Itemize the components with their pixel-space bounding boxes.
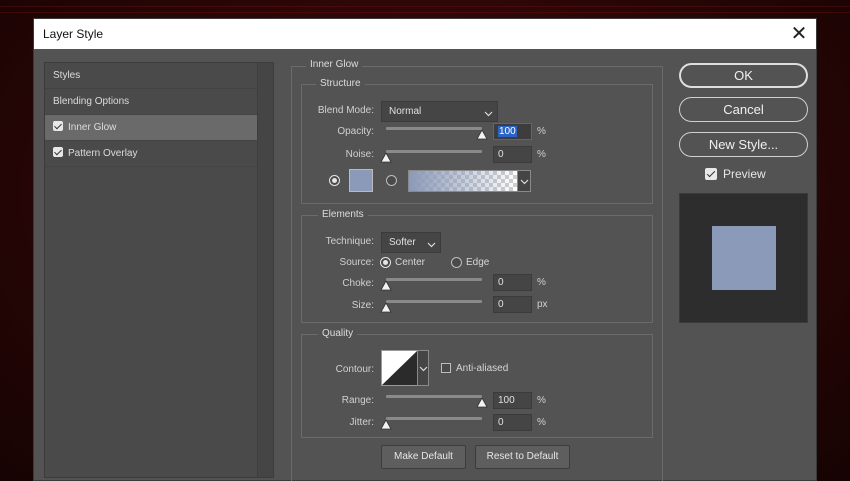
list-item-label: Pattern Overlay [68, 148, 138, 159]
range-label: Range: [341, 395, 374, 406]
size-label: Size: [351, 300, 374, 311]
anti-aliased-checkbox[interactable] [441, 363, 451, 373]
list-item-label: Inner Glow [68, 122, 117, 133]
choke-value: 0 [498, 277, 504, 288]
list-item-styles[interactable]: Styles [45, 63, 257, 89]
chevron-down-icon [419, 364, 428, 376]
choke-slider-track[interactable] [386, 278, 482, 281]
size-unit: px [537, 299, 548, 310]
reset-to-default-button[interactable]: Reset to Default [475, 445, 570, 469]
structure-legend: Structure [316, 78, 365, 89]
elements-legend: Elements [318, 209, 368, 220]
noise-unit: % [537, 149, 546, 160]
range-value: 100 [498, 395, 515, 406]
blend-mode-dropdown[interactable]: Normal [381, 101, 498, 122]
make-default-button[interactable]: Make Default [381, 445, 466, 469]
source-edge-radio[interactable] [451, 257, 462, 268]
contour-dropdown[interactable] [417, 350, 429, 386]
ok-button[interactable]: OK [679, 63, 808, 88]
list-item-label: Blending Options [53, 96, 130, 107]
list-item-label: Styles [53, 70, 81, 81]
list-item-inner-glow[interactable]: Inner Glow [45, 115, 257, 141]
size-value: 0 [498, 299, 504, 310]
close-icon: ✕ [790, 21, 808, 45]
noise-slider-track[interactable] [386, 150, 482, 153]
styles-list-panel: Styles Blending Options Inner Glow Patte… [44, 62, 274, 478]
chevron-down-icon [427, 237, 436, 256]
jitter-slider-track[interactable] [386, 417, 482, 420]
size-slider-track[interactable] [386, 300, 482, 303]
chevron-down-icon [484, 106, 493, 125]
source-center-label: Center [395, 257, 426, 268]
list-item-pattern-overlay[interactable]: Pattern Overlay [45, 141, 257, 167]
opacity-slider-track[interactable] [386, 127, 482, 130]
technique-label: Technique: [325, 236, 374, 247]
range-slider-track[interactable] [386, 395, 482, 398]
opacity-unit: % [537, 126, 546, 137]
title-bar: Layer Style ✕ [34, 19, 816, 49]
contour-label: Contour: [335, 364, 374, 375]
range-input[interactable]: 100 [493, 392, 532, 409]
preview-panel [679, 193, 808, 323]
gradient-dropdown[interactable] [517, 170, 531, 192]
blend-mode-value: Normal [389, 106, 422, 117]
color-mode-radio[interactable] [329, 175, 340, 186]
choke-label: Choke: [342, 278, 374, 289]
size-input[interactable]: 0 [493, 296, 532, 313]
inner-glow-legend: Inner Glow [306, 59, 363, 70]
inner-glow-checkbox[interactable] [53, 121, 63, 131]
contour-preview[interactable] [381, 350, 418, 386]
source-center-radio[interactable] [380, 257, 391, 268]
list-scrollbar[interactable] [257, 63, 273, 477]
new-style-button[interactable]: New Style... [679, 132, 808, 157]
gradient-swatch[interactable] [408, 170, 518, 192]
preview-label: Preview [723, 167, 766, 181]
preview-checkbox[interactable] [705, 168, 717, 180]
jitter-input[interactable]: 0 [493, 414, 532, 431]
source-label: Source: [339, 257, 374, 268]
jitter-unit: % [537, 417, 546, 428]
pattern-overlay-checkbox[interactable] [53, 147, 63, 157]
preview-swatch [712, 226, 776, 290]
cancel-button[interactable]: Cancel [679, 97, 808, 122]
dialog-title: Layer Style [43, 27, 104, 41]
layer-style-dialog: Layer Style ✕ Styles Blending Options In… [33, 18, 817, 481]
range-unit: % [537, 395, 546, 406]
chevron-down-icon [520, 177, 529, 189]
glow-color-swatch[interactable] [349, 169, 373, 192]
list-item-blending-options[interactable]: Blending Options [45, 89, 257, 115]
gradient-mode-radio[interactable] [386, 175, 397, 186]
jitter-label: Jitter: [349, 417, 374, 428]
noise-label: Noise: [345, 149, 374, 160]
noise-value: 0 [498, 149, 504, 160]
jitter-value: 0 [498, 417, 504, 428]
choke-input[interactable]: 0 [493, 274, 532, 291]
technique-dropdown[interactable]: Softer [381, 232, 441, 253]
opacity-value: 100 [498, 126, 517, 137]
opacity-label: Opacity: [337, 126, 374, 137]
choke-unit: % [537, 277, 546, 288]
noise-input[interactable]: 0 [493, 146, 532, 163]
blend-mode-label: Blend Mode: [317, 105, 374, 116]
source-edge-label: Edge [466, 257, 490, 268]
technique-value: Softer [389, 237, 416, 248]
anti-aliased-label: Anti-aliased [456, 363, 509, 374]
opacity-input[interactable]: 100 [493, 123, 532, 140]
close-button[interactable]: ✕ [782, 19, 816, 49]
quality-legend: Quality [318, 328, 358, 339]
